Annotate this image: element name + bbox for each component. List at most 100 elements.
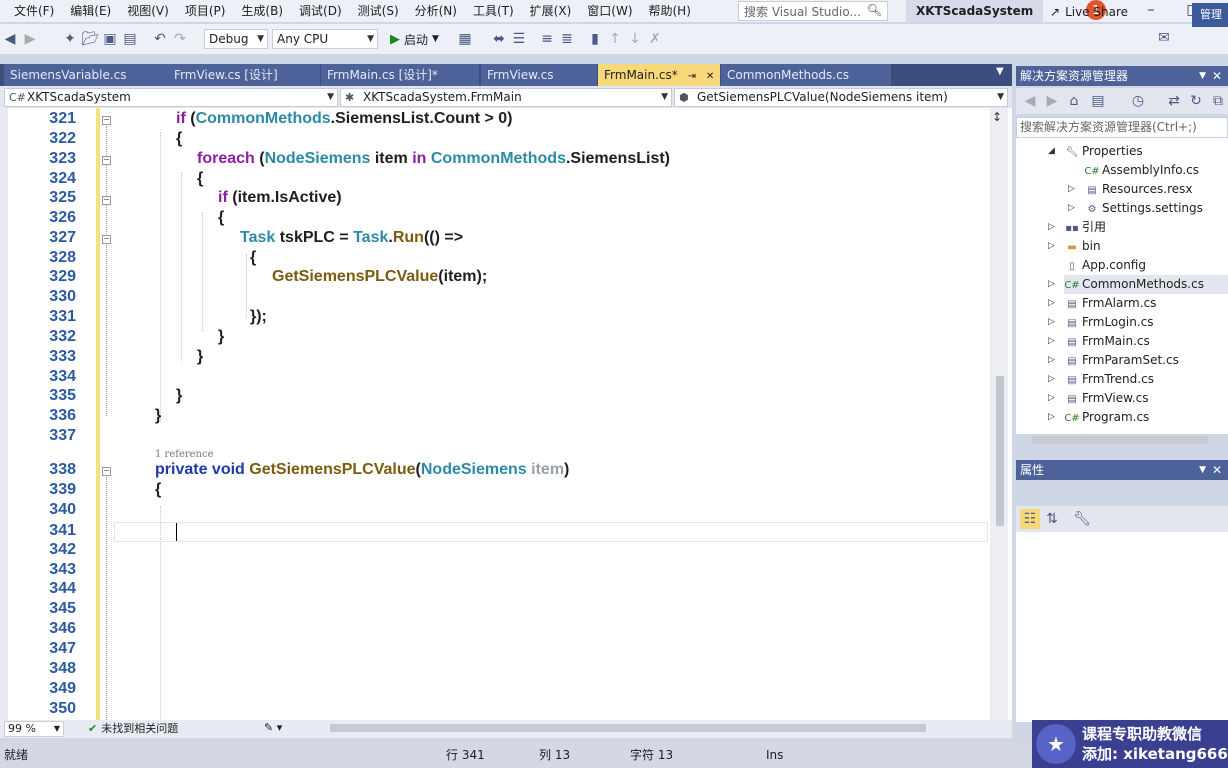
tree-item-app-config[interactable]: ▯ App.config	[1064, 256, 1146, 275]
tree-item-program[interactable]: ▷ C# Program.cs	[1048, 408, 1149, 427]
next-bookmark-icon[interactable]: ↓	[625, 29, 645, 49]
tree-item-properties[interactable]: ◢ 🔧︎ Properties	[1048, 142, 1143, 161]
tree-item-settings[interactable]: ▷ ⚙ Settings.settings	[1068, 199, 1203, 218]
horizontal-scrollbar[interactable]	[330, 724, 926, 732]
close-icon[interactable]: ✕	[706, 71, 714, 82]
bookmark-icon[interactable]: ▮	[585, 29, 605, 49]
search-icon[interactable]: 🔍︎	[867, 3, 882, 17]
save-all-icon[interactable]: ▤	[120, 29, 140, 49]
forward-icon[interactable]: ▶	[1042, 91, 1062, 111]
expand-icon[interactable]: ▷	[1048, 237, 1055, 256]
expand-icon[interactable]: ▷	[1048, 332, 1055, 351]
feedback-icon[interactable]: ✉	[1154, 28, 1174, 48]
menu-analyze[interactable]: 分析(N)	[407, 0, 465, 22]
collapse-icon[interactable]: −	[102, 156, 111, 165]
uncomment-icon[interactable]: ≣	[557, 29, 577, 49]
tab-siemens-variable[interactable]: SiemensVariable.cs	[4, 64, 168, 86]
menu-tools[interactable]: 工具(T)	[465, 0, 522, 22]
menu-test[interactable]: 测试(S)	[350, 0, 407, 22]
expand-icon[interactable]: ▷	[1048, 408, 1055, 427]
expand-icon[interactable]: ▷	[1048, 218, 1055, 237]
search-input[interactable]: 搜索 Visual Studio... 🔍︎	[738, 1, 888, 21]
expand-icon[interactable]: ▷	[1048, 275, 1055, 294]
tab-common-methods[interactable]: CommonMethods.cs	[721, 64, 891, 86]
tree-item-resources[interactable]: ▷ ▤ Resources.resx	[1068, 180, 1193, 199]
expand-icon[interactable]: ▷	[1048, 370, 1055, 389]
menu-extensions[interactable]: 扩展(X)	[522, 0, 580, 22]
expand-icon[interactable]: ▷	[1068, 180, 1075, 199]
class-dropdown[interactable]: ✱ XKTScadaSystem.FrmMain ▼	[340, 88, 672, 107]
tab-frmview-design[interactable]: FrmView.cs [设计]	[168, 64, 320, 86]
brush-icon[interactable]: ✎ ▾	[264, 721, 282, 734]
menu-window[interactable]: 窗口(W)	[579, 0, 640, 22]
collapse-icon[interactable]: −	[102, 467, 111, 476]
menu-help[interactable]: 帮助(H)	[641, 0, 699, 22]
tree-item-frmmain[interactable]: ▷ ▤ FrmMain.cs	[1048, 332, 1150, 351]
menu-file[interactable]: 文件(F)	[0, 0, 62, 22]
expand-icon[interactable]: ▷	[1068, 199, 1075, 218]
collapse-icon[interactable]: −	[102, 116, 111, 125]
start-button[interactable]: ▶ 启动 ▼	[386, 31, 443, 48]
tree-item-common-methods[interactable]: ▷ C# CommonMethods.cs	[1048, 275, 1228, 294]
expanded-icon[interactable]: ◢	[1048, 142, 1055, 161]
prev-bookmark-icon[interactable]: ↑	[605, 29, 625, 49]
switch-view-icon[interactable]: ▤	[1088, 91, 1108, 111]
pin-icon[interactable]: ⇥	[688, 71, 696, 82]
menu-debug[interactable]: 调试(D)	[291, 0, 350, 22]
live-share-button[interactable]: ↗ Live Share	[1050, 5, 1128, 19]
step-icon[interactable]: ⬌	[489, 29, 509, 49]
collapse-icon[interactable]: −	[102, 235, 111, 244]
back-icon[interactable]: ◀	[0, 29, 20, 49]
tree-item-frmparamset[interactable]: ▷ ▤ FrmParamSet.cs	[1048, 351, 1179, 370]
menu-project[interactable]: 项目(P)	[177, 0, 234, 22]
collapse-icon[interactable]: −	[102, 196, 111, 205]
chevron-down-icon[interactable]: ▼	[1199, 460, 1206, 480]
menu-view[interactable]: 视图(V)	[119, 0, 177, 22]
close-icon[interactable]: ✕	[1212, 66, 1222, 86]
tab-frmmain-cs[interactable]: FrmMain.cs* ⇥ ✕	[598, 64, 720, 86]
tab-frmmain-design[interactable]: FrmMain.cs [设计]*	[321, 64, 479, 86]
open-folder-icon[interactable]: 📂︎	[80, 29, 100, 49]
manage-button[interactable]: 管理	[1192, 3, 1228, 27]
tree-item-frmlogin[interactable]: ▷ ▤ FrmLogin.cs	[1048, 313, 1153, 332]
tree-item-assemblyinfo[interactable]: C# AssemblyInfo.cs	[1084, 161, 1199, 180]
issues-indicator[interactable]: ✔ 未找到相关问题	[88, 721, 178, 737]
member-dropdown[interactable]: ⬢ GetSiemensPLCValue(NodeSiemens item) ▼	[674, 88, 1008, 107]
sort-alpha-icon[interactable]: ⇅	[1042, 509, 1062, 529]
sync-icon[interactable]: ⇄	[1164, 91, 1184, 111]
tab-frmview-cs[interactable]: FrmView.cs	[481, 64, 597, 86]
project-dropdown[interactable]: C# XKTScadaSystem ▼	[4, 88, 338, 107]
format-icon[interactable]: ☰	[509, 29, 529, 49]
solution-explorer-scrollbar[interactable]	[1032, 436, 1208, 444]
expand-icon[interactable]: ▷	[1048, 389, 1055, 408]
undo-icon[interactable]: ↶	[150, 29, 170, 49]
forward-icon[interactable]: ▶	[20, 29, 40, 49]
tree-item-references[interactable]: ▷ ▪▪ 引用	[1048, 218, 1106, 237]
back-icon[interactable]: ◀	[1020, 91, 1040, 111]
collapse-all-icon[interactable]: ⧉	[1208, 91, 1228, 111]
clear-bookmarks-icon[interactable]: ✗	[645, 29, 665, 49]
platform-select[interactable]: Any CPU ▼	[272, 29, 378, 49]
tree-item-frmalarm[interactable]: ▷ ▤ FrmAlarm.cs	[1048, 294, 1156, 313]
refresh-icon[interactable]: ↻	[1186, 91, 1206, 111]
debug-target-icon[interactable]: ▦	[455, 29, 475, 49]
tree-item-bin[interactable]: ▷ ▬ bin	[1048, 237, 1101, 256]
tree-item-frmtrend[interactable]: ▷ ▤ FrmTrend.cs	[1048, 370, 1154, 389]
menu-edit[interactable]: 编辑(E)	[62, 0, 119, 22]
reference-count-hint[interactable]: 1 reference	[155, 449, 214, 460]
zoom-select[interactable]: 99 % ▼	[4, 721, 64, 737]
menu-build[interactable]: 生成(B)	[233, 0, 291, 22]
expand-icon[interactable]: ▷	[1048, 313, 1055, 332]
home-icon[interactable]: ⌂	[1064, 91, 1084, 111]
comment-icon[interactable]: ≡	[537, 29, 557, 49]
chevron-down-icon[interactable]: ▼	[1199, 66, 1206, 86]
solution-explorer-search[interactable]: 搜索解决方案资源管理器(Ctrl+;)	[1016, 117, 1228, 138]
expand-icon[interactable]: ▷	[1048, 294, 1055, 313]
split-view-icon[interactable]: ↕	[992, 110, 1002, 124]
categorized-icon[interactable]: ☷	[1020, 509, 1040, 529]
pending-changes-icon[interactable]: ◷	[1128, 91, 1148, 111]
redo-icon[interactable]: ↷	[170, 29, 190, 49]
code-editor[interactable]: 321 322 323 324 325 326 327 328 329 330 331 332 333 3…	[0, 108, 1012, 720]
wrench-icon[interactable]: 🔧︎	[1072, 509, 1092, 529]
tree-item-frmview[interactable]: ▷ ▤ FrmView.cs	[1048, 389, 1148, 408]
